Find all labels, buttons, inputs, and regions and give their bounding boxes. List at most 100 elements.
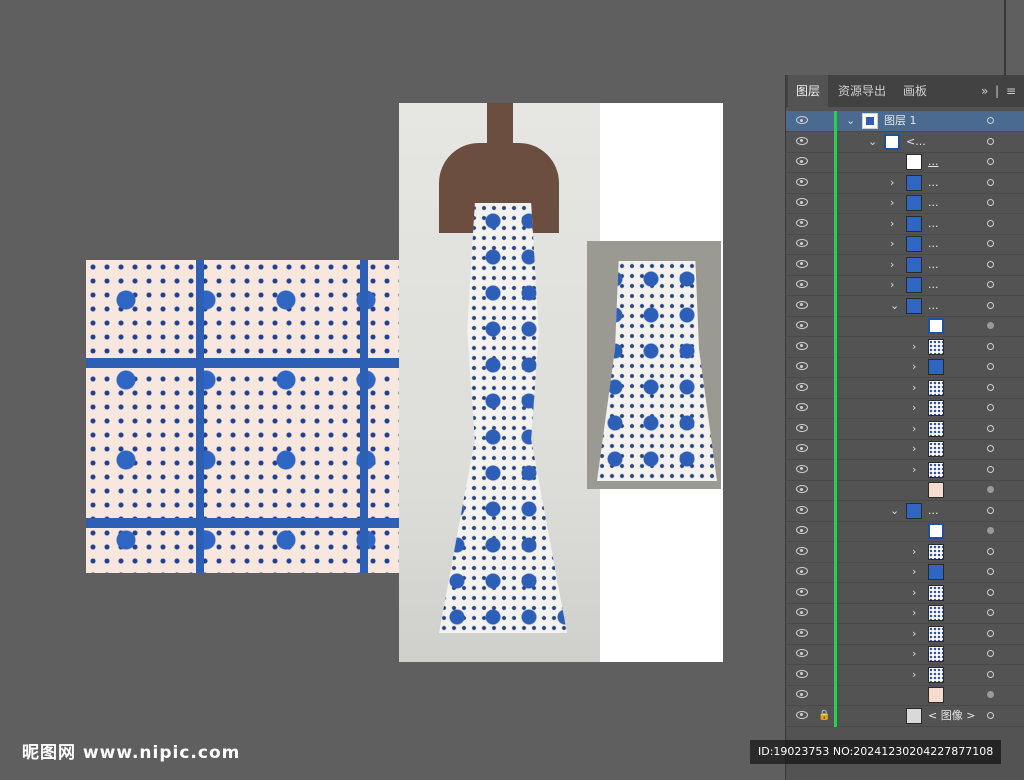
target-circle-icon[interactable] — [987, 568, 994, 575]
chevron-right-icon[interactable]: › — [912, 544, 916, 560]
visibility-eye-icon[interactable] — [796, 177, 808, 186]
chevron-right-icon[interactable]: › — [912, 462, 916, 478]
visibility-eye-icon[interactable] — [796, 300, 808, 309]
tab-artboards[interactable]: 画板 — [895, 75, 935, 107]
dress-photo-short[interactable] — [587, 241, 721, 489]
layer-row[interactable]: ... — [786, 152, 1024, 173]
layer-row[interactable]: › — [786, 439, 1024, 460]
layer-row[interactable]: ⌄... — [786, 500, 1024, 522]
chevron-right-icon[interactable]: › — [912, 605, 916, 621]
target-circle-icon[interactable] — [987, 219, 994, 227]
layer-row[interactable]: › — [786, 644, 1024, 665]
layer-name[interactable]: 图层 1 — [884, 111, 917, 131]
visibility-eye-icon[interactable] — [796, 382, 808, 391]
layer-row[interactable]: ⌄ <... — [786, 131, 1024, 153]
layer-name[interactable]: ... — [928, 255, 939, 275]
chevron-right-icon[interactable]: › — [912, 339, 916, 355]
target-circle-icon[interactable] — [987, 322, 994, 329]
target-circle-icon[interactable] — [987, 629, 994, 637]
visibility-eye-icon[interactable] — [796, 423, 808, 432]
chevron-right-icon[interactable]: › — [912, 421, 916, 437]
visibility-eye-icon[interactable] — [796, 362, 808, 370]
layer-row[interactable]: ›... — [786, 254, 1024, 276]
chevron-right-icon[interactable]: › — [890, 216, 894, 232]
target-circle-icon[interactable] — [987, 281, 994, 288]
layer-row[interactable]: › — [786, 582, 1024, 604]
layer-row[interactable]: ›... — [786, 213, 1024, 235]
target-circle-icon[interactable] — [987, 178, 994, 186]
layer-row[interactable]: › — [786, 377, 1024, 399]
visibility-eye-icon[interactable] — [796, 444, 808, 452]
layer-row[interactable]: ›... — [786, 234, 1024, 255]
visibility-eye-icon[interactable] — [796, 567, 808, 575]
chevron-right-icon[interactable]: › — [912, 400, 916, 416]
layer-row[interactable] — [786, 480, 1024, 501]
visibility-eye-icon[interactable] — [796, 239, 808, 247]
chevron-right-icon[interactable]: › — [890, 236, 894, 252]
visibility-eye-icon[interactable] — [796, 587, 808, 596]
layer-row[interactable]: › — [786, 623, 1024, 645]
chevron-right-icon[interactable]: › — [912, 380, 916, 396]
target-circle-icon[interactable] — [987, 199, 994, 206]
lock-icon[interactable]: 🔒 — [818, 709, 830, 723]
layer-row[interactable]: 🔒 < 图像 > — [786, 705, 1024, 727]
visibility-eye-icon[interactable] — [796, 526, 808, 534]
chevron-right-icon[interactable]: › — [890, 195, 894, 211]
layer-row[interactable]: › — [786, 459, 1024, 481]
visibility-eye-icon[interactable] — [796, 546, 808, 555]
layer-row[interactable]: ⌄... — [786, 295, 1024, 317]
expand-panel-icon[interactable]: » — [981, 75, 988, 107]
visibility-eye-icon[interactable] — [796, 116, 808, 124]
visibility-eye-icon[interactable] — [796, 136, 808, 145]
chevron-right-icon[interactable]: › — [890, 257, 894, 273]
visibility-eye-icon[interactable] — [796, 341, 808, 350]
target-circle-icon[interactable] — [987, 609, 994, 616]
chevron-right-icon[interactable]: › — [912, 441, 916, 457]
chevron-right-icon[interactable]: › — [912, 626, 916, 642]
layer-row[interactable]: ›... — [786, 172, 1024, 194]
visibility-eye-icon[interactable] — [796, 505, 808, 514]
layer-row[interactable]: › — [786, 541, 1024, 563]
visibility-eye-icon[interactable] — [796, 157, 808, 165]
visibility-eye-icon[interactable] — [796, 608, 808, 616]
layer-row[interactable]: › — [786, 562, 1024, 583]
visibility-eye-icon[interactable] — [796, 649, 808, 657]
target-circle-icon[interactable] — [987, 711, 994, 719]
target-circle-icon[interactable] — [987, 465, 994, 473]
visibility-eye-icon[interactable] — [796, 690, 808, 698]
target-circle-icon[interactable] — [987, 260, 994, 268]
target-circle-icon[interactable] — [987, 506, 994, 514]
layer-name[interactable]: ... — [928, 501, 939, 521]
layer-name[interactable]: <... — [906, 132, 926, 152]
target-circle-icon[interactable] — [987, 670, 994, 678]
target-circle-icon[interactable] — [987, 117, 994, 124]
visibility-eye-icon[interactable] — [796, 464, 808, 473]
layer-name[interactable]: ... — [928, 214, 939, 234]
layer-name[interactable]: ... — [928, 275, 939, 295]
chevron-right-icon[interactable]: › — [912, 564, 916, 580]
tab-layers[interactable]: 图层 — [788, 75, 829, 107]
visibility-eye-icon[interactable] — [796, 628, 808, 637]
chevron-down-icon[interactable]: ⌄ — [890, 503, 899, 519]
layer-name[interactable]: ... — [928, 152, 939, 172]
chevron-right-icon[interactable]: › — [912, 359, 916, 375]
visibility-eye-icon[interactable] — [796, 321, 808, 329]
target-circle-icon[interactable] — [987, 404, 994, 411]
target-circle-icon[interactable] — [987, 363, 994, 370]
target-circle-icon[interactable] — [987, 486, 994, 493]
layer-row[interactable]: ›... — [786, 193, 1024, 214]
chevron-right-icon[interactable]: › — [890, 277, 894, 293]
visibility-eye-icon[interactable] — [796, 403, 808, 411]
layer-name[interactable]: ... — [928, 173, 939, 193]
chevron-right-icon[interactable]: › — [912, 585, 916, 601]
visibility-eye-icon[interactable] — [796, 485, 808, 493]
layer-row[interactable]: › — [786, 664, 1024, 686]
target-circle-icon[interactable] — [987, 691, 994, 698]
target-circle-icon[interactable] — [987, 137, 994, 145]
layer-name[interactable]: < 图像 > — [928, 706, 975, 726]
visibility-eye-icon[interactable] — [796, 218, 808, 227]
dress-photo-main[interactable] — [399, 103, 600, 662]
target-circle-icon[interactable] — [987, 650, 994, 657]
target-circle-icon[interactable] — [987, 527, 994, 534]
chevron-down-icon[interactable]: ⌄ — [868, 134, 877, 150]
